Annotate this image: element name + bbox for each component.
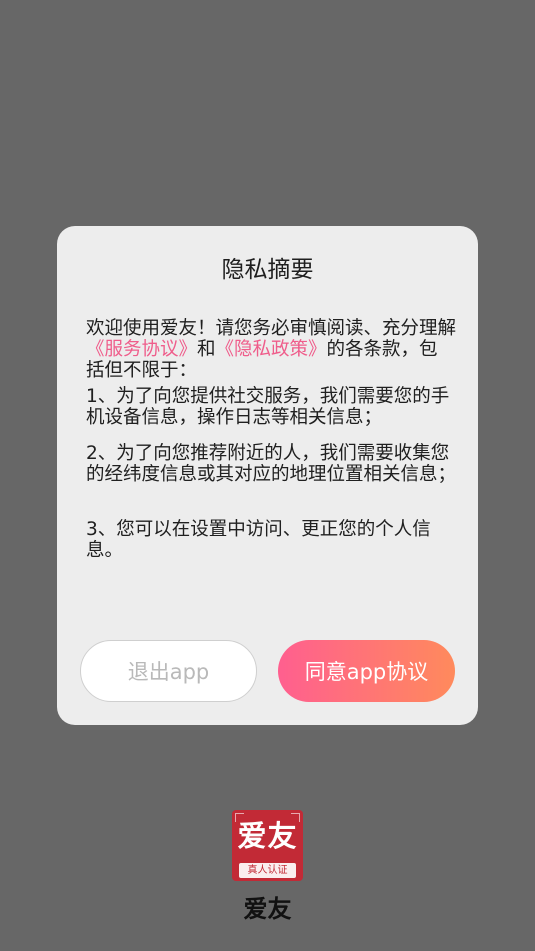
intro-text-before: 欢迎使用爱友！请您务必审慎阅读、充分理解 — [86, 318, 457, 339]
service-agreement-link[interactable]: 《服务协议》 — [86, 339, 197, 360]
dialog-title: 隐私摘要 — [221, 257, 314, 283]
clause-location: 2、为了向您推荐附近的人，我们需要收集您的经纬度信息或其对应的地理位置相关信息； — [86, 443, 457, 485]
clause-social-service: 1、为了向您提供社交服务，我们需要您的手机设备信息，操作日志等相关信息； — [86, 386, 450, 428]
agree-button[interactable]: 同意app协议 — [278, 640, 455, 702]
logo-main-text: 爱友 — [237, 819, 298, 853]
intro-paragraph: 欢迎使用爱友！请您务必审慎阅读、充分理解《服务协议》和《隐私政策》的各条款，包括… — [86, 318, 456, 381]
privacy-policy-link[interactable]: 《隐私政策》 — [216, 339, 327, 360]
app-name: 爱友 — [243, 895, 292, 923]
logo-verified-badge: 真人认证 — [239, 863, 296, 878]
intro-text-middle: 和 — [197, 339, 216, 360]
clause-personal-info: 3、您可以在设置中访问、更正您的个人信息。 — [86, 519, 431, 561]
app-logo: 爱友 真人认证 — [232, 810, 303, 881]
exit-app-button[interactable]: 退出app — [80, 640, 257, 702]
